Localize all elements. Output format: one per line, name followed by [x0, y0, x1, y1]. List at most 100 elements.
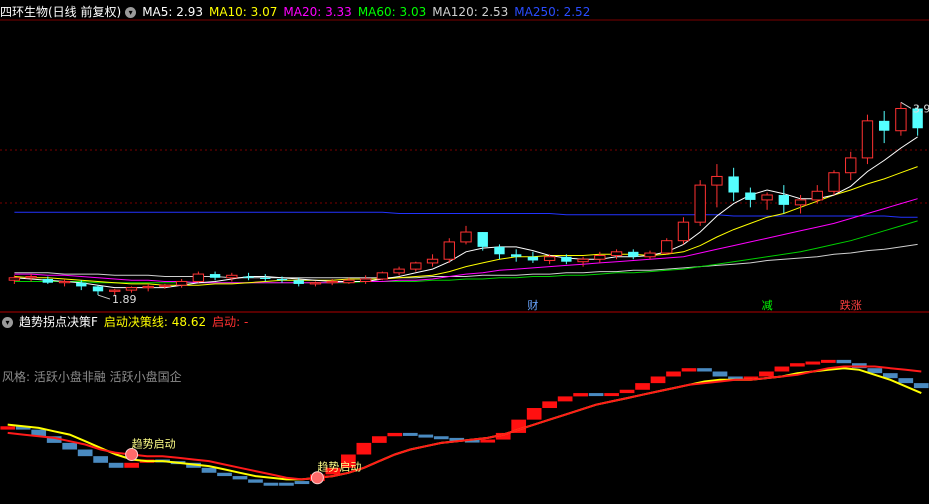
trend-bar [681, 368, 697, 372]
candle-body [561, 256, 572, 262]
trend-bar [62, 442, 78, 450]
trend-bar [619, 389, 635, 394]
trend-bar [557, 396, 573, 402]
candle-body [610, 251, 623, 257]
trend-bar [402, 432, 418, 436]
candle-body [25, 276, 37, 279]
chevron-down-icon[interactable]: ▾ [2, 317, 13, 328]
ma-legend-item: MA60: 3.03 [357, 5, 427, 19]
chart-canvas: 3.991.89财减跌涨趋势启动趋势启动 [0, 19, 929, 486]
candle-body [761, 194, 773, 201]
trend-bar [542, 401, 558, 409]
candle-body [293, 280, 304, 284]
trend-bar [898, 378, 914, 384]
trend-bar [759, 371, 774, 377]
candle-body [828, 172, 840, 192]
candle-body [677, 221, 690, 242]
indicator-header: ▾ 趋势拐点决策F 启动决策线: 48.62 启动: - [0, 314, 254, 330]
trend-bar [279, 482, 294, 486]
ma-legend-item: MA10: 3.07 [208, 5, 278, 19]
start-label: 启动: - [212, 315, 249, 329]
trend-bar [666, 371, 681, 377]
trend-bar [604, 393, 619, 397]
event-marker: 减 [762, 299, 773, 312]
low-price-label: 1.89 [112, 293, 137, 306]
candle-body [543, 256, 556, 261]
candle-body [694, 184, 706, 223]
trend-start-label: 趋势启动 [317, 461, 361, 474]
trend-bar [371, 436, 387, 443]
trend-bar [821, 359, 836, 363]
trend-bar [418, 434, 434, 438]
candle-body [628, 251, 639, 257]
trend-bar [248, 479, 263, 483]
candle-body [326, 280, 338, 284]
trend-bar [201, 467, 217, 473]
candle-body [527, 256, 539, 261]
candle-body [175, 280, 188, 286]
ma-legend-item: MA5: 2.93 [142, 5, 203, 19]
trend-bar [790, 363, 805, 367]
candle-body [359, 278, 372, 282]
candle-body [192, 273, 205, 282]
candle-body [510, 254, 522, 257]
candle-body [443, 241, 455, 260]
trend-bar [232, 476, 248, 480]
candle-body [8, 277, 21, 281]
candle-body [895, 107, 907, 132]
high-price-label: 3.99 [913, 102, 929, 115]
high-pointer [900, 101, 912, 109]
candle-body [76, 282, 87, 287]
candle-body [42, 278, 54, 283]
trend-bar [805, 361, 821, 365]
candle-body [343, 279, 355, 284]
trend-bar [573, 393, 588, 397]
ma120-line [14, 243, 918, 279]
trend-bar [697, 368, 712, 372]
candle-body [209, 274, 221, 278]
candle-body [494, 246, 505, 255]
candle-body [745, 192, 756, 200]
candle-body [644, 252, 656, 258]
candle-body [142, 285, 154, 289]
candle-body [376, 272, 389, 280]
candle-body [125, 287, 138, 291]
trend-bar [263, 482, 279, 486]
trend-bar [124, 462, 139, 468]
candle-body [109, 289, 121, 292]
trend-bar [526, 408, 542, 420]
trend-bar [433, 436, 449, 440]
candle-body [594, 255, 606, 260]
stock-title: 四环生物(日线 前复权) [0, 5, 122, 19]
chevron-down-icon[interactable]: ▾ [125, 7, 137, 18]
event-marker: 财 [527, 298, 538, 312]
candle-body [243, 276, 254, 278]
trend-start-label: 趋势启动 [132, 438, 176, 451]
candle-body [577, 258, 589, 263]
candle-body [728, 176, 739, 193]
candle-body [58, 280, 71, 284]
candle-body [92, 286, 104, 292]
ma-legend-item: MA250: 2.52 [514, 5, 591, 19]
trend-bar [93, 456, 108, 463]
candle-body [426, 258, 439, 264]
candle-body [811, 190, 823, 201]
trend-bar [294, 481, 310, 485]
main-chart-header: 四环生物(日线 前复权) ▾ MA5: 2.93 MA10: 3.07 MA20: 3.… [0, 4, 602, 20]
trend-bar [635, 383, 650, 390]
candle-body [393, 268, 405, 274]
trend-bar [836, 359, 852, 364]
ma-legend-item: MA120: 2.53 [432, 5, 509, 19]
trend-bar [0, 426, 16, 430]
trend-bar [108, 462, 124, 468]
ma250-line [14, 211, 918, 218]
trend-bar [650, 376, 666, 384]
candle-body [711, 175, 723, 186]
candle-body [661, 240, 673, 254]
trend-bar [217, 472, 232, 477]
candle-body [861, 120, 874, 159]
low-pointer [97, 294, 111, 300]
trend-bar [387, 432, 403, 437]
trend-bar [480, 439, 496, 443]
trend-bar [77, 449, 93, 457]
